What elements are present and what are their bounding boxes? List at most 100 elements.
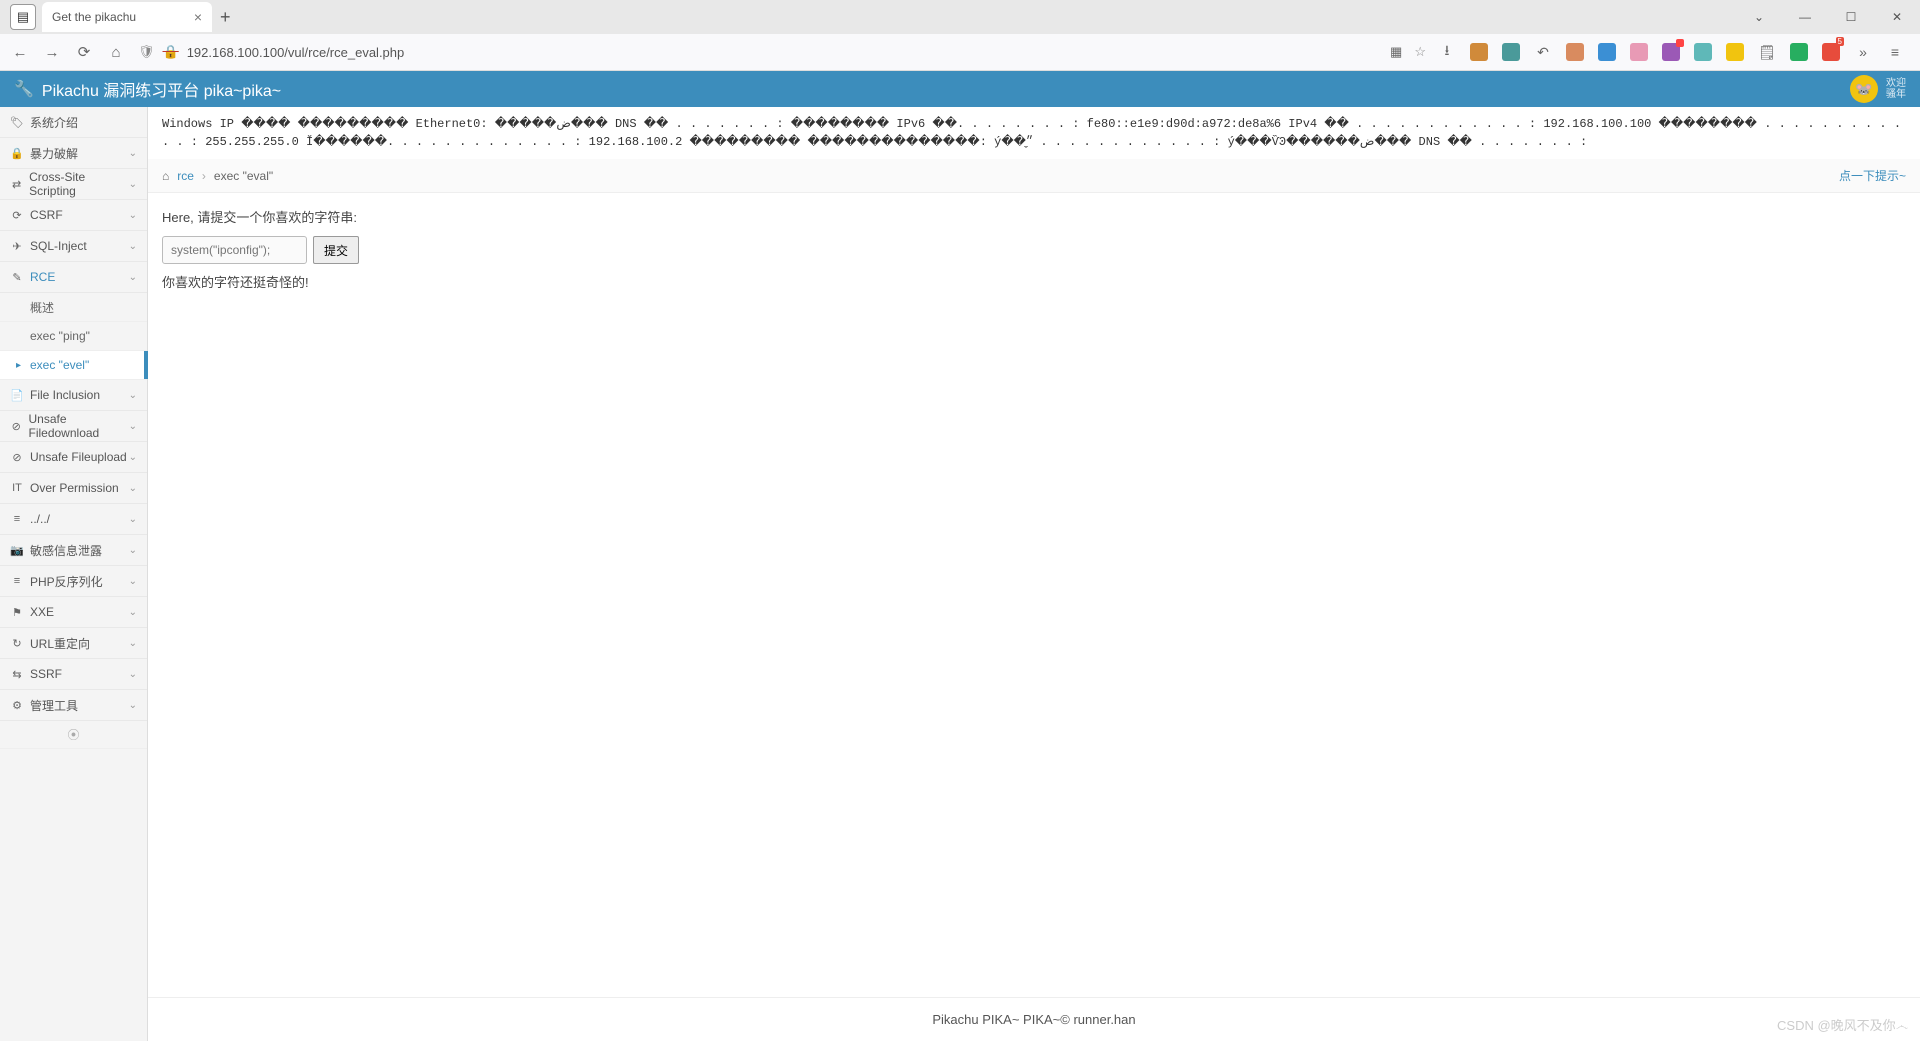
- flag-icon: ⚑: [10, 606, 24, 619]
- window-controls: ⌄ — ☐ ✕: [1736, 0, 1920, 34]
- chevron-down-icon: ⌄: [129, 483, 137, 494]
- url-box[interactable]: 🛡 🔒 192.168.100.100/vul/rce/rce_eval.php: [138, 44, 1378, 60]
- shield-icon[interactable]: 🛡: [138, 44, 155, 60]
- toolbar-overflow-icon[interactable]: »: [1854, 43, 1872, 61]
- list-icon: ≡: [10, 513, 24, 525]
- chevron-down-icon: ⌄: [129, 179, 137, 190]
- chevron-down-icon: ⌄: [129, 545, 137, 556]
- page-body: Here, 请提交一个你喜欢的字符串: 提交 你喜欢的字符还挺奇怪的!: [148, 193, 1920, 305]
- sidebar-item-unserialize[interactable]: ≡PHP反序列化⌄: [0, 566, 147, 597]
- command-output: Windows IP ���� ��������� Ethernet0: ���…: [148, 107, 1920, 159]
- tab-bar: ▤ Get the pikachu × + ⌄ — ☐ ✕: [0, 0, 1920, 34]
- toolbar-extensions: ⭳ ↶ 🗒 » ≡: [1438, 43, 1910, 61]
- list-icon: ≡: [10, 575, 24, 587]
- input-row: 提交: [162, 236, 1906, 264]
- ext-icon-2[interactable]: [1502, 43, 1520, 61]
- home-icon[interactable]: ⌂: [162, 169, 169, 183]
- sidebar-item-overperm[interactable]: ITOver Permission⌄: [0, 473, 147, 504]
- chevron-down-icon: ⌄: [129, 452, 137, 463]
- app-header: 🔧 Pikachu 漏洞练习平台 pika~pika~ 🐭 欢迎骚年: [0, 71, 1920, 107]
- chevron-down-icon: ⌄: [129, 638, 137, 649]
- insecure-lock-icon[interactable]: 🔒: [163, 44, 179, 60]
- footer: Pikachu PIKA~ PIKA~© runner.han: [148, 997, 1920, 1041]
- chevron-down-icon: ⌄: [129, 390, 137, 401]
- it-icon: IT: [10, 482, 24, 494]
- ext-icon-arrow[interactable]: ↶: [1534, 43, 1552, 61]
- sidebar-item-admin[interactable]: ⚙管理工具⌄: [0, 690, 147, 721]
- sidebar-item-rce[interactable]: ✎RCE⌄: [0, 262, 147, 293]
- sidebar-item-sqli[interactable]: ✈SQL-Inject⌄: [0, 231, 147, 262]
- ban-icon: ⊘: [10, 451, 24, 464]
- window-chevron-icon[interactable]: ⌄: [1736, 0, 1782, 34]
- sidebar-item-infoleak[interactable]: 📷敏感信息泄露⌄: [0, 535, 147, 566]
- nav-back-icon[interactable]: ←: [10, 44, 30, 61]
- chevron-down-icon: ⌄: [129, 607, 137, 618]
- avatar-icon[interactable]: 🐭: [1850, 75, 1878, 103]
- sidebar-item-xss[interactable]: ⇄Cross-Site Scripting⌄: [0, 169, 147, 200]
- sidebar-item-csrf[interactable]: ⟳CSRF⌄: [0, 200, 147, 231]
- recent-tabs-icon[interactable]: ▤: [10, 4, 36, 30]
- app-title: Pikachu 漏洞练习平台 pika~pika~: [42, 77, 281, 101]
- main-layout: 🏷系统介绍 🔒暴力破解⌄ ⇄Cross-Site Scripting⌄ ⟳CSR…: [0, 107, 1920, 1041]
- plane-icon: ✈: [10, 240, 24, 253]
- tag-icon: 🏷: [10, 116, 24, 129]
- refresh-icon: ↻: [10, 637, 24, 650]
- exchange-icon: ⇆: [10, 668, 24, 681]
- nav-forward-icon[interactable]: →: [42, 44, 62, 61]
- ext-icon-5[interactable]: [1630, 43, 1648, 61]
- nav-home-icon[interactable]: ⌂: [106, 44, 126, 61]
- ext-icon-10[interactable]: [1822, 43, 1840, 61]
- chevron-down-icon: ⌄: [129, 241, 137, 252]
- window-minimize-icon[interactable]: —: [1782, 0, 1828, 34]
- ext-icon-4[interactable]: [1598, 43, 1616, 61]
- sidebar-collapse-button[interactable]: ⦿: [0, 721, 147, 749]
- ext-icon-8[interactable]: [1726, 43, 1744, 61]
- sidebar-item-ssrf[interactable]: ⇆SSRF⌄: [0, 659, 147, 690]
- chevron-down-icon: ⌄: [129, 210, 137, 221]
- sidebar-item-xxe[interactable]: ⚑XXE⌄: [0, 597, 147, 628]
- chevron-down-icon: ⌄: [129, 272, 137, 283]
- hamburger-menu-icon[interactable]: ≡: [1886, 43, 1904, 61]
- download-icon[interactable]: ⭳: [1438, 43, 1456, 61]
- breadcrumb: ⌂ rce › exec "eval" 点一下提示~: [148, 159, 1920, 193]
- content-area: Windows IP ���� ��������� Ethernet0: ���…: [148, 107, 1920, 1041]
- result-text: 你喜欢的字符还挺奇怪的!: [162, 272, 1906, 291]
- submit-button[interactable]: 提交: [313, 236, 359, 264]
- xss-icon: ⇄: [10, 178, 23, 191]
- sidebar-item-fileinc[interactable]: 📄File Inclusion⌄: [0, 380, 147, 411]
- url-text: 192.168.100.100/vul/rce/rce_eval.php: [187, 45, 405, 60]
- ext-icon-3[interactable]: [1566, 43, 1584, 61]
- window-close-icon[interactable]: ✕: [1874, 0, 1920, 34]
- sidebar-sub-ping[interactable]: exec "ping": [0, 322, 147, 351]
- hint-link[interactable]: 点一下提示~: [1839, 167, 1906, 184]
- camera-icon: 📷: [10, 544, 24, 557]
- breadcrumb-sep: ›: [202, 169, 206, 183]
- sidebar-item-intro[interactable]: 🏷系统介绍: [0, 107, 147, 138]
- ext-icon-1[interactable]: [1470, 43, 1488, 61]
- sidebar-item-filedown[interactable]: ⊘Unsafe Filedownload⌄: [0, 411, 147, 442]
- window-maximize-icon[interactable]: ☐: [1828, 0, 1874, 34]
- sidebar-item-bruteforce[interactable]: 🔒暴力破解⌄: [0, 138, 147, 169]
- ext-icon-9[interactable]: [1790, 43, 1808, 61]
- nav-reload-icon[interactable]: ⟳: [74, 43, 94, 61]
- sidebar-item-urlredir[interactable]: ↻URL重定向⌄: [0, 628, 147, 659]
- qr-icon[interactable]: ▦: [1390, 44, 1402, 60]
- pencil-icon: ✎: [10, 271, 24, 284]
- payload-input[interactable]: [162, 236, 307, 264]
- form-prompt: Here, 请提交一个你喜欢的字符串:: [162, 207, 1906, 226]
- new-tab-button[interactable]: +: [220, 7, 231, 28]
- ext-icon-note[interactable]: 🗒: [1758, 43, 1776, 61]
- gear-icon: ⚙: [10, 699, 24, 712]
- chevron-down-icon: ⌄: [129, 148, 137, 159]
- sidebar-item-fileup[interactable]: ⊘Unsafe Fileupload⌄: [0, 442, 147, 473]
- ext-icon-6[interactable]: [1662, 43, 1680, 61]
- sidebar-sub-eval[interactable]: exec "evel": [0, 351, 147, 380]
- sidebar-item-traversal[interactable]: ≡../../⌄: [0, 504, 147, 535]
- bookmark-star-icon[interactable]: ☆: [1414, 44, 1426, 60]
- browser-tab[interactable]: Get the pikachu ×: [42, 2, 212, 32]
- address-bar: ← → ⟳ ⌂ 🛡 🔒 192.168.100.100/vul/rce/rce_…: [0, 34, 1920, 70]
- tab-close-icon[interactable]: ×: [194, 9, 202, 25]
- ext-icon-7[interactable]: [1694, 43, 1712, 61]
- sidebar-sub-overview[interactable]: 概述: [0, 293, 147, 322]
- breadcrumb-rce-link[interactable]: rce: [177, 169, 194, 183]
